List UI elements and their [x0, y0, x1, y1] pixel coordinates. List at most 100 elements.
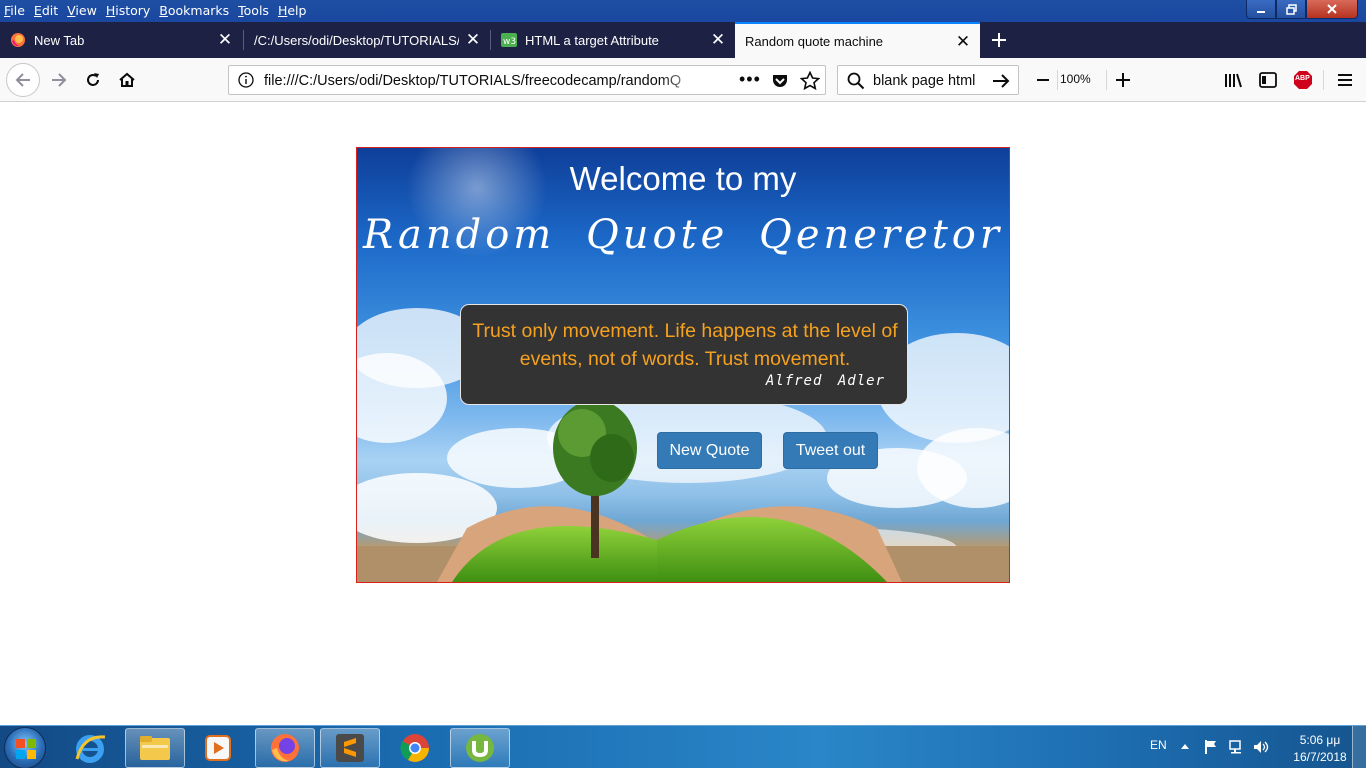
minimize-button[interactable] [1246, 0, 1276, 19]
action-center-flag-icon[interactable] [1203, 739, 1219, 755]
forward-button[interactable] [44, 65, 74, 95]
window-controls [1246, 0, 1358, 19]
restore-icon [1285, 3, 1297, 15]
sidebar-icon [1259, 72, 1277, 88]
taskbar-utorrent[interactable] [450, 728, 510, 768]
menu-bar: File Edit View History Bookmarks Tools H… [0, 0, 311, 22]
taskbar-sublime-text[interactable] [320, 728, 380, 768]
search-go-icon[interactable] [992, 72, 1010, 90]
minus-icon [1037, 79, 1049, 81]
tab-new-tab[interactable]: New Tab ✕ [0, 22, 242, 58]
new-tab-button[interactable] [984, 22, 1014, 58]
w3schools-icon: w3 [501, 33, 517, 47]
search-icon [847, 72, 865, 90]
taskbar-media-player[interactable] [188, 728, 248, 768]
close-tab-icon[interactable]: ✕ [464, 30, 482, 49]
firefox-icon [271, 734, 299, 762]
zoom-level[interactable]: 100% [1060, 72, 1091, 86]
open-menu-button[interactable] [1330, 65, 1360, 95]
menu-view[interactable]: View [63, 0, 100, 22]
navigation-toolbar: file:///C:/Users/odi/Desktop/TUTORIALS/f… [0, 58, 1366, 102]
reload-button[interactable] [78, 65, 108, 95]
clock-time[interactable]: 5:06 μμ [1290, 733, 1350, 747]
search-bar[interactable]: blank page html [837, 65, 1019, 95]
toolbar-separator [1323, 70, 1324, 90]
language-indicator[interactable]: EN [1150, 738, 1167, 752]
search-input[interactable]: blank page html [873, 73, 975, 89]
sidebar-button[interactable] [1253, 65, 1283, 95]
toolbar-separator [1106, 70, 1107, 90]
volume-icon[interactable] [1252, 739, 1270, 755]
utorrent-icon [466, 734, 494, 762]
hamburger-menu-icon [1338, 74, 1352, 86]
network-icon[interactable] [1228, 739, 1246, 755]
show-desktop-button[interactable] [1352, 726, 1366, 768]
svg-text:w3: w3 [503, 37, 516, 47]
taskbar-file-explorer[interactable] [125, 728, 185, 768]
bookmark-star-icon[interactable] [800, 71, 820, 91]
close-tab-icon[interactable]: ✕ [216, 30, 234, 49]
adblock-label: ABP [1295, 75, 1310, 82]
start-button[interactable] [4, 727, 46, 768]
internet-explorer-icon [75, 735, 106, 763]
back-arrow-icon [15, 73, 30, 87]
menu-help[interactable]: Help [274, 0, 310, 22]
new-quote-button[interactable]: New Quote [657, 432, 762, 469]
welcome-heading: Welcome to my [569, 160, 797, 197]
tab-label: New Tab [34, 32, 85, 48]
pocket-icon[interactable] [771, 72, 789, 90]
reload-icon [87, 73, 99, 86]
menu-history[interactable]: History [102, 0, 153, 22]
menu-edit[interactable]: Edit [30, 0, 61, 22]
chrome-icon [400, 734, 429, 762]
close-window-button[interactable] [1306, 0, 1358, 19]
firefox-icon [11, 33, 25, 47]
adblock-plus-button[interactable]: ABP [1288, 65, 1318, 95]
taskbar-firefox[interactable] [255, 728, 315, 768]
zoom-out-button[interactable] [1028, 65, 1058, 95]
tab-strip: New Tab ✕ /C:/Users/odi/Desktop/TUTORIAL… [0, 22, 1366, 58]
info-icon[interactable] [238, 72, 254, 88]
windows-logo-icon [16, 739, 36, 759]
close-tab-icon[interactable]: ✕ [954, 32, 972, 51]
home-button[interactable] [112, 65, 142, 95]
restore-button[interactable] [1276, 0, 1306, 19]
menu-file[interactable]: File [0, 0, 28, 22]
title-bar: File Edit View History Bookmarks Tools H… [0, 0, 1366, 22]
address-bar[interactable]: file:///C:/Users/odi/Desktop/TUTORIALS/f… [228, 65, 826, 95]
quote-author: Alfred Adler [765, 373, 885, 389]
url-fade [659, 68, 709, 92]
tab-html-target[interactable]: w3 HTML a target Attribute ✕ [491, 22, 735, 58]
page-actions-icon[interactable]: ••• [739, 69, 761, 90]
menu-bookmarks[interactable]: Bookmarks [155, 0, 232, 22]
home-icon [119, 72, 135, 87]
tab-random-quote[interactable]: Random quote machine ✕ [735, 22, 980, 58]
close-tab-icon[interactable]: ✕ [709, 30, 727, 49]
zoom-in-button[interactable] [1108, 65, 1138, 95]
show-hidden-icons-icon[interactable] [1180, 742, 1190, 750]
quote-text: Trust only movement. Life happens at the… [472, 320, 898, 370]
back-button[interactable] [6, 63, 40, 97]
app-title: Random Quote Qeneretor [362, 212, 1004, 258]
taskbar-chrome[interactable] [385, 728, 445, 768]
tab-local-file[interactable]: /C:/Users/odi/Desktop/TUTORIALS/ ✕ [244, 22, 490, 58]
clock-date[interactable]: 16/7/2018 [1282, 750, 1358, 764]
plus-icon [1116, 73, 1130, 87]
menu-tools[interactable]: Tools [234, 0, 272, 22]
minimize-icon [1257, 11, 1265, 13]
tweet-button[interactable]: Tweet out [783, 432, 878, 469]
forward-arrow-icon [52, 73, 67, 87]
quote-card: Welcome to my Random Quote Qeneretor Tru… [356, 147, 1010, 583]
tab-label: HTML a target Attribute [525, 32, 659, 48]
library-button[interactable] [1218, 65, 1248, 95]
taskbar-internet-explorer[interactable] [60, 728, 120, 768]
close-icon [1327, 4, 1337, 14]
tab-label: /C:/Users/odi/Desktop/TUTORIALS/ [254, 32, 459, 48]
toolbar-separator [1057, 70, 1058, 90]
library-icon [1225, 73, 1242, 88]
url-text[interactable]: file:///C:/Users/odi/Desktop/TUTORIALS/f… [264, 73, 704, 89]
folder-icon [140, 736, 170, 760]
taskbar: EN 5:06 μμ 16/7/2018 [0, 725, 1366, 768]
tab-label: Random quote machine [745, 33, 884, 49]
quote-box: Trust only movement. Life happens at the… [460, 304, 908, 405]
